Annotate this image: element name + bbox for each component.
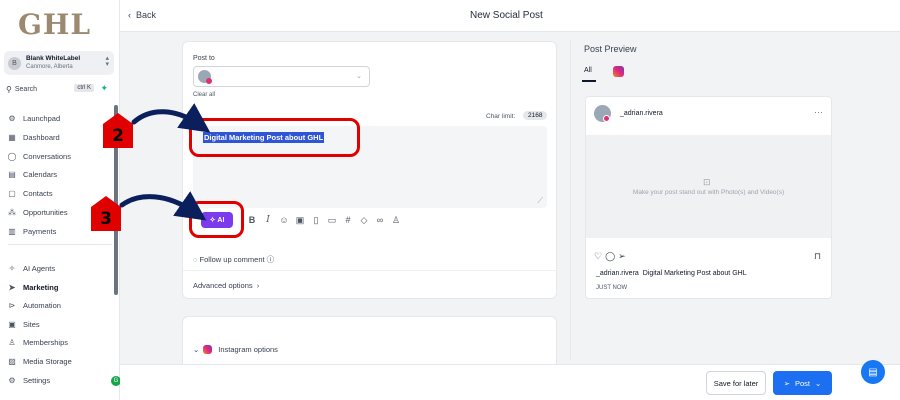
arrow-to-ai-button	[119, 191, 207, 221]
annotation-arrows	[119, 103, 211, 221]
arrow-to-post-text	[131, 103, 211, 133]
